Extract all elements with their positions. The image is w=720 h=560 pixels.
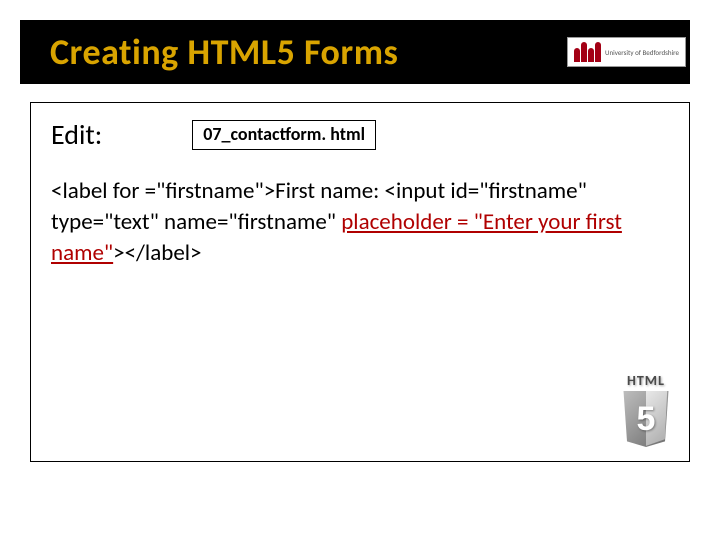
code-block: <label for ="firstname">First name: <inp… [51, 176, 669, 269]
file-name-badge: 07_contactform. html [192, 120, 376, 150]
slide-title: Creating HTML5 Forms [50, 30, 398, 74]
university-logo-text: University of Bedfordshire [605, 49, 679, 56]
code-segment-3: ></label> [113, 239, 201, 267]
html5-badge-number: 5 [621, 391, 671, 447]
edit-row: Edit: 07_contactform. html [51, 117, 669, 152]
html5-badge: HTML 5 [621, 372, 671, 447]
title-bar: Creating HTML5 Forms University of Bedfo… [20, 20, 690, 84]
html5-badge-word: HTML [621, 372, 671, 389]
content-box: Edit: 07_contactform. html <label for ="… [30, 102, 690, 462]
university-logo-mark [574, 42, 601, 62]
edit-label: Edit: [51, 117, 102, 152]
html5-shield-icon: 5 [621, 391, 671, 447]
university-logo: University of Bedfordshire [567, 37, 686, 67]
